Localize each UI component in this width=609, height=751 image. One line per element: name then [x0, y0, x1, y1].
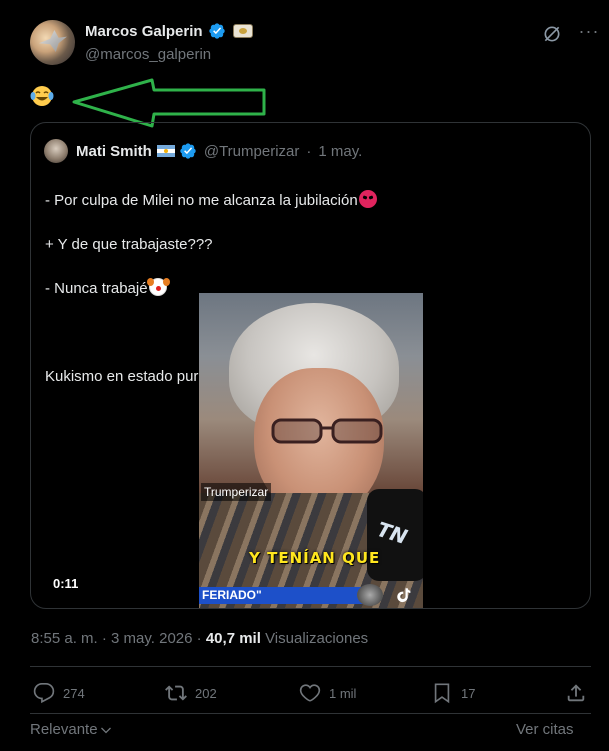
heart-icon — [299, 684, 321, 702]
divider — [30, 713, 591, 714]
like-button[interactable]: 1 mil — [299, 682, 356, 704]
bookmark-button[interactable]: 17 — [431, 682, 475, 704]
quoted-name[interactable]: Mati Smith — [76, 143, 152, 160]
like-count: 1 mil — [329, 685, 357, 701]
share-icon — [567, 684, 585, 702]
meta-separator: · — [101, 630, 107, 647]
verified-badge-icon — [208, 23, 225, 39]
views-label: Visualizaciones — [265, 630, 369, 647]
video-caption: Y TENÍAN QUE — [249, 549, 381, 567]
reply-button[interactable]: 274 — [33, 682, 85, 704]
face-with-tears-of-joy-icon — [30, 86, 54, 106]
tiktok-icon — [397, 588, 411, 603]
author-name-row: Marcos Galperin — [85, 22, 253, 40]
tweet-time[interactable]: 8:55 a. m. — [31, 630, 98, 647]
tweet-date[interactable]: 3 may. 2026 — [111, 630, 192, 647]
divider — [30, 666, 591, 667]
action-bar: 274 202 1 mil 17 — [33, 682, 593, 706]
video-frame-glasses — [271, 418, 383, 444]
quoted-avatar[interactable] — [44, 139, 68, 163]
quoted-date[interactable]: 1 may. — [318, 143, 362, 160]
quotes-link-label: Ver citas — [516, 721, 574, 738]
reply-icon — [33, 683, 55, 704]
repost-icon — [165, 685, 187, 701]
repost-count: 202 — [195, 685, 217, 701]
chevron-down-icon — [100, 727, 111, 733]
affiliate-badge-icon[interactable] — [232, 24, 253, 38]
tweet-meta: 8:55 a. m. · 3 may. 2026 · 40,7 mil Visu… — [31, 630, 368, 647]
author-name[interactable]: Marcos Galperin — [85, 23, 203, 40]
video-duration: 0:11 — [53, 576, 79, 591]
quoted-verified-badge-icon — [180, 143, 196, 159]
more-icon[interactable]: ··· — [578, 20, 600, 42]
argentina-flag-icon — [156, 145, 175, 157]
quoted-header: Mati Smith @Trumperizar · 1 may. — [44, 139, 362, 163]
clown-face-icon — [146, 278, 167, 296]
grok-icon[interactable] — [542, 24, 562, 44]
quoted-tweet[interactable]: Mati Smith @Trumperizar · 1 may. - Por c… — [30, 122, 591, 609]
views-count: 40,7 mil — [205, 630, 261, 647]
quoted-line-2: + Y de que trabajaste??? — [45, 236, 213, 253]
video-creator-avatar — [357, 584, 383, 606]
sort-label: Relevante — [30, 721, 98, 738]
tweet-header: Marcos Galperin @marcos_galperin ··· — [30, 18, 600, 68]
author-avatar[interactable] — [30, 20, 75, 65]
video-player[interactable]: TN Trumperizar Y TENÍAN QUE FERIADO" — [199, 293, 423, 608]
meta-separator: · — [196, 630, 202, 647]
quoted-line-1: - Por culpa de Milei no me alcanza la ju… — [45, 192, 358, 209]
author-handle[interactable]: @marcos_galperin — [85, 46, 211, 63]
video-ticker: FERIADO" — [199, 587, 369, 604]
quoted-handle[interactable]: @Trumperizar — [204, 143, 300, 160]
angry-face-icon — [358, 190, 377, 208]
sort-dropdown[interactable]: Relevante — [30, 721, 112, 738]
share-button[interactable] — [565, 682, 587, 704]
video-watermark: Trumperizar — [201, 483, 272, 501]
repost-button[interactable]: 202 — [165, 682, 217, 704]
bookmark-count: 17 — [461, 685, 476, 701]
bookmark-icon — [434, 683, 450, 704]
quoted-separator: · — [306, 142, 312, 160]
reply-count: 274 — [63, 685, 85, 701]
quotes-link[interactable]: Ver citas — [516, 721, 574, 738]
quoted-line-3: - Nunca trabajé — [45, 280, 148, 297]
